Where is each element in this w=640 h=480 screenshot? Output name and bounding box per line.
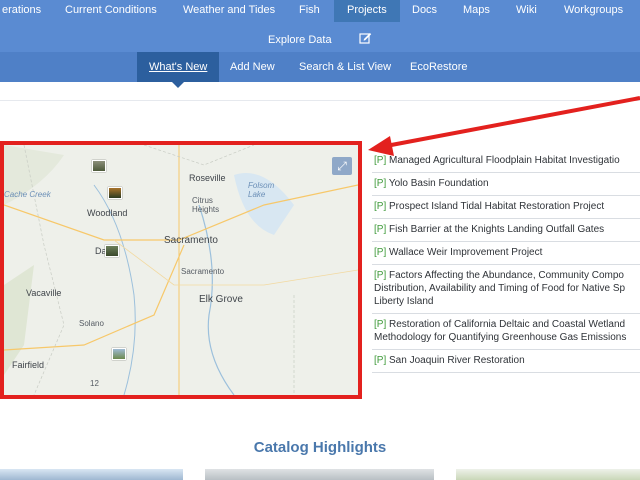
project-title-continued[interactable]: Methodology for Quantifying Greenhouse G…: [374, 332, 626, 343]
list-item[interactable]: [P] Restoration of California Deltaic an…: [372, 314, 640, 350]
project-tag: [P]: [374, 270, 387, 281]
subnav-item-ecorestore[interactable]: EcoRestore: [410, 52, 467, 82]
project-tag: [P]: [374, 319, 387, 330]
project-list: [P] Managed Agricultural Floodplain Habi…: [372, 150, 640, 373]
nav-item-wiki[interactable]: Wiki: [516, 0, 537, 22]
project-title[interactable]: Wallace Weir Improvement Project: [389, 247, 542, 258]
project-tag: [P]: [374, 155, 387, 166]
nav-item-weather-tides[interactable]: Weather and Tides: [183, 0, 275, 22]
map-label-route-12: 12: [90, 379, 99, 388]
map-label-cache-creek: Cache Creek: [4, 190, 51, 199]
nav-item-maps[interactable]: Maps: [463, 0, 490, 22]
map-label-citrus-heights: Citrus Heights: [192, 196, 220, 214]
project-tag: [P]: [374, 178, 387, 189]
map-label-folsom-lake: Folsom Lake: [248, 181, 275, 199]
nav-item-current-conditions[interactable]: Current Conditions: [65, 0, 157, 22]
nav-item-projects[interactable]: Projects: [334, 0, 400, 22]
projects-map[interactable]: Roseville Folsom Lake Citrus Heights Cac…: [0, 141, 362, 399]
nav-item-operations[interactable]: erations: [2, 0, 41, 22]
catalog-card-image[interactable]: [456, 469, 640, 480]
edit-icon[interactable]: [359, 31, 372, 47]
project-title[interactable]: Managed Agricultural Floodplain Habitat …: [389, 155, 620, 166]
map-label-roseville: Roseville: [189, 173, 226, 183]
nav-item-fish[interactable]: Fish: [299, 0, 320, 22]
nav-item-docs[interactable]: Docs: [412, 0, 437, 22]
project-marker-thumbnail[interactable]: [112, 348, 126, 360]
project-tag: [P]: [374, 247, 387, 258]
active-tab-caret: [172, 82, 184, 88]
list-item[interactable]: [P] San Joaquin River Restoration: [372, 350, 640, 373]
list-item[interactable]: [P] Yolo Basin Foundation: [372, 173, 640, 196]
nav-item-explore-data[interactable]: Explore Data: [268, 32, 332, 48]
catalog-card-image[interactable]: [0, 469, 183, 480]
map-label-vacaville: Vacaville: [26, 288, 62, 298]
catalog-highlights-heading: Catalog Highlights: [253, 439, 387, 456]
list-item[interactable]: [P] Fish Barrier at the Knights Landing …: [372, 219, 640, 242]
project-tag: [P]: [374, 355, 387, 366]
project-title[interactable]: San Joaquin River Restoration: [389, 355, 525, 366]
project-title-continued[interactable]: Distribution, Availability and Timing of…: [374, 283, 625, 294]
list-item[interactable]: [P] Wallace Weir Improvement Project: [372, 242, 640, 265]
top-nav: erations Current Conditions Weather and …: [0, 0, 640, 52]
catalog-card-image[interactable]: [205, 469, 434, 480]
subnav-item-add-new[interactable]: Add New: [230, 52, 275, 82]
project-tag: [P]: [374, 201, 387, 212]
map-label-woodland: Woodland: [87, 208, 128, 218]
map-label-elk-grove: Elk Grove: [199, 294, 243, 305]
project-marker-thumbnail[interactable]: [108, 187, 122, 199]
nav-item-workgroups[interactable]: Workgroups: [564, 0, 623, 22]
subnav-item-search-list-view[interactable]: Search & List View: [299, 52, 391, 82]
project-title[interactable]: Fish Barrier at the Knights Landing Outf…: [389, 224, 604, 235]
project-marker-thumbnail[interactable]: [105, 245, 119, 257]
project-title[interactable]: Factors Affecting the Abundance, Communi…: [389, 270, 624, 281]
project-title[interactable]: Prospect Island Tidal Habitat Restoratio…: [389, 201, 604, 212]
subnav-item-whats-new[interactable]: What's New: [137, 52, 220, 82]
project-title[interactable]: Restoration of California Deltaic and Co…: [389, 319, 625, 330]
list-item[interactable]: [P] Managed Agricultural Floodplain Habi…: [372, 150, 640, 173]
expand-icon[interactable]: ⤢: [332, 157, 352, 175]
project-title-continued[interactable]: Liberty Island: [374, 296, 433, 307]
sub-nav: What's New Add New Search & List View Ec…: [0, 52, 640, 82]
map-label-solano: Solano: [79, 319, 104, 328]
list-item[interactable]: [P] Prospect Island Tidal Habitat Restor…: [372, 196, 640, 219]
project-marker-thumbnail[interactable]: [92, 160, 106, 172]
project-tag: [P]: [374, 224, 387, 235]
map-label-sacramento-county: Sacramento: [181, 267, 225, 276]
map-label-fairfield: Fairfield: [12, 360, 45, 370]
map-label-sacramento: Sacramento: [164, 235, 218, 246]
project-title[interactable]: Yolo Basin Foundation: [389, 178, 489, 189]
list-item[interactable]: [P] Factors Affecting the Abundance, Com…: [372, 265, 640, 314]
